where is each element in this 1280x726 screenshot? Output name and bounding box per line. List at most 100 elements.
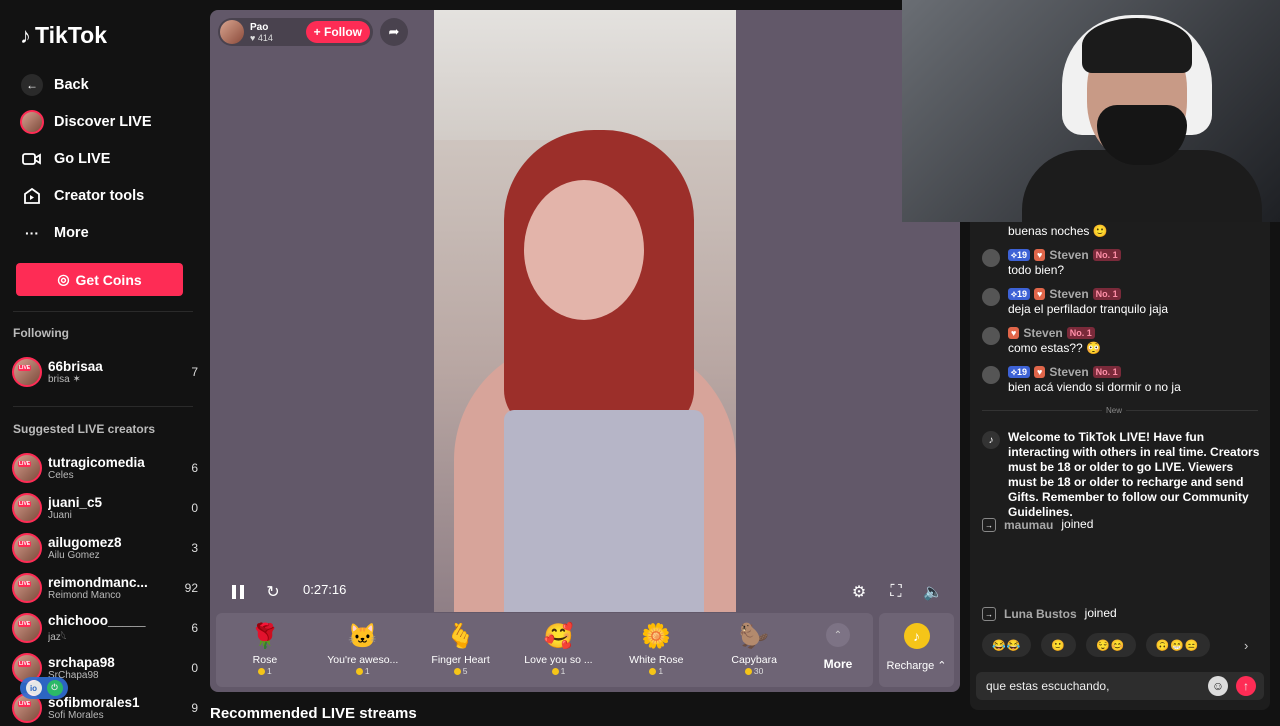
- reaction-chip[interactable]: 😂😂: [982, 633, 1032, 657]
- avatar: LIVE: [12, 357, 42, 387]
- live-player[interactable]: Pao ♥ 414 + Follow ➦ ↻ 0:27:16 ⚙ ⛶ 🔈 🌹 R…: [210, 10, 960, 692]
- follow-button[interactable]: + Follow: [305, 21, 370, 43]
- username[interactable]: Steven: [1049, 365, 1088, 379]
- username[interactable]: Luna Bustos: [1004, 607, 1077, 621]
- username[interactable]: Steven: [1049, 248, 1088, 262]
- level-badge: ⟡ 19: [1008, 249, 1030, 261]
- user-avatar[interactable]: [982, 288, 1000, 306]
- more-gifts-button[interactable]: ⌃ More: [803, 613, 873, 687]
- rank-badge: No. 1: [1092, 366, 1121, 378]
- user-avatar[interactable]: [982, 327, 1000, 345]
- send-icon[interactable]: ↑: [1236, 676, 1256, 696]
- power-icon: ⏻: [46, 680, 63, 696]
- refresh-icon[interactable]: ↻: [263, 582, 283, 602]
- reaction-chip[interactable]: 🙂: [1041, 633, 1077, 657]
- avatar-icon: [20, 109, 44, 134]
- gift-item[interactable]: 🫰 Finger Heart 5: [412, 613, 510, 687]
- username[interactable]: Steven: [1049, 287, 1088, 301]
- divider: [13, 311, 193, 312]
- suggested-item[interactable]: LIVE ailugomez8 Ailu Gomez 3: [12, 530, 198, 566]
- creator-sub: Ailu Gomez: [48, 550, 100, 561]
- gift-item[interactable]: 🌼 White Rose 1: [607, 613, 705, 687]
- creator-sub: jaz𓆩: [48, 631, 67, 643]
- reaction-chip[interactable]: 😌😊: [1086, 633, 1136, 657]
- chevron-up-icon: ⌃: [826, 623, 850, 647]
- creator-name: sofibmorales1: [48, 695, 140, 710]
- gift-bar: 🌹 Rose 1 🐱 You're aweso... 1 🫰 Finger He…: [216, 613, 873, 687]
- suggested-item[interactable]: LIVE tutragicomedia Celes 6: [12, 450, 198, 486]
- join-message: → maumau joined: [982, 517, 1262, 532]
- gift-name: You're aweso...: [327, 654, 399, 666]
- gift-price: 5: [462, 666, 468, 676]
- user-avatar[interactable]: [982, 249, 1000, 267]
- nav-label: Discover LIVE: [54, 113, 152, 130]
- get-coins-button[interactable]: ◎ Get Coins: [16, 263, 183, 296]
- message-text: deja el perfilador tranquilo jaja: [1008, 302, 1169, 316]
- nav-back[interactable]: ← Back: [16, 66, 196, 103]
- nav-creator-tools[interactable]: Creator tools: [16, 177, 196, 214]
- emoji-icon[interactable]: ☺: [1208, 676, 1228, 696]
- level-badge: ⟡ 19: [1008, 288, 1030, 300]
- pause-icon[interactable]: [228, 582, 248, 602]
- gift-name: White Rose: [629, 654, 684, 666]
- message-text: bien acá viendo si dormir o no ja: [1008, 380, 1181, 394]
- user-avatar[interactable]: [982, 366, 1000, 384]
- coin-icon: [649, 667, 657, 675]
- live-badge: LIVE: [18, 501, 32, 507]
- gift-item[interactable]: 🐱 You're aweso... 1: [314, 613, 412, 687]
- chat-input-value[interactable]: que estas escuchando,: [986, 679, 1208, 693]
- chat-input[interactable]: que estas escuchando, ☺ ↑: [976, 672, 1264, 700]
- tiktok-logo[interactable]: ♪ TikTok: [20, 22, 107, 49]
- viewer-count: 92: [184, 581, 198, 595]
- tiktok-coin-icon: ♪: [903, 623, 930, 649]
- creator-tools-icon: [20, 184, 44, 208]
- volume-icon[interactable]: 🔈: [923, 582, 943, 602]
- quick-reactions: 😂😂 🙂 😌😊 🙃😁😑: [982, 633, 1210, 657]
- username[interactable]: Steven: [1023, 326, 1062, 340]
- suggested-title: Suggested LIVE creators: [13, 422, 156, 436]
- recharge-button[interactable]: ♪ Recharge ⌃: [879, 613, 954, 687]
- username[interactable]: maumau: [1004, 518, 1053, 532]
- join-message: → Luna Bustos joined: [982, 606, 1262, 621]
- nav-label: Creator tools: [54, 187, 145, 204]
- following-title: Following: [13, 326, 69, 340]
- gift-price: 1: [364, 666, 370, 676]
- nav-more[interactable]: ··· More: [16, 214, 196, 251]
- creator-sub: Reimond Manco: [48, 590, 121, 601]
- fan-badge-icon: ♥: [1033, 249, 1046, 261]
- chat-message: buenas noches 🙂: [982, 224, 1262, 243]
- following-item[interactable]: LIVE 66brisaa brisa ✶ 7: [12, 354, 198, 390]
- gift-item[interactable]: 🌹 Rose 1: [216, 613, 314, 687]
- back-arrow-icon: ←: [20, 73, 44, 97]
- gift-item[interactable]: 🦫 Capybara 30: [705, 613, 803, 687]
- tiktok-note-icon: ♪: [982, 431, 1000, 449]
- suggested-item[interactable]: LIVE reimondmanc... Reimond Manco 92: [12, 570, 198, 606]
- like-count: ♥ 414: [250, 32, 273, 43]
- nav-go-live[interactable]: Go LIVE: [16, 140, 196, 177]
- creator-sub: brisa ✶: [48, 374, 81, 385]
- reaction-chip[interactable]: 🙃😁😑: [1145, 633, 1210, 657]
- coin-icon: [258, 667, 266, 675]
- finger-heart-gift-icon: 🫰: [445, 622, 476, 650]
- message-text: todo bien?: [1008, 263, 1065, 277]
- floating-widget[interactable]: io ⏻: [20, 677, 68, 699]
- gift-item[interactable]: 🥰 Love you so ... 1: [510, 613, 608, 687]
- rank-badge: No. 1: [1092, 288, 1121, 300]
- sidebar: ♪ TikTok ← Back Discover LIVE Go LIVE Cr…: [0, 0, 210, 723]
- fan-badge-icon: ♥: [1033, 288, 1046, 300]
- suggested-item[interactable]: LIVE chichooo_____ jaz𓆩 6: [12, 610, 198, 646]
- live-badge: LIVE: [18, 701, 32, 707]
- gift-price: 1: [267, 666, 272, 676]
- settings-gear-icon[interactable]: ⚙: [849, 582, 869, 602]
- nav-label: Go LIVE: [54, 150, 111, 167]
- suggested-item[interactable]: LIVE juani_c5 Juani 0: [12, 490, 198, 526]
- chat-message: ♥ Steven No. 1 como estas?? 😳: [982, 326, 1262, 356]
- share-icon[interactable]: ➦: [380, 18, 408, 46]
- streamer-info[interactable]: Pao ♥ 414 + Follow: [218, 18, 373, 46]
- nav-discover-live[interactable]: Discover LIVE: [16, 103, 196, 140]
- creator-sub: Juani: [48, 510, 72, 521]
- chevron-right-icon[interactable]: ›: [1244, 638, 1248, 653]
- fullscreen-icon[interactable]: ⛶: [886, 582, 906, 602]
- viewer-count: 7: [191, 365, 198, 379]
- streamer-avatar[interactable]: [220, 20, 244, 44]
